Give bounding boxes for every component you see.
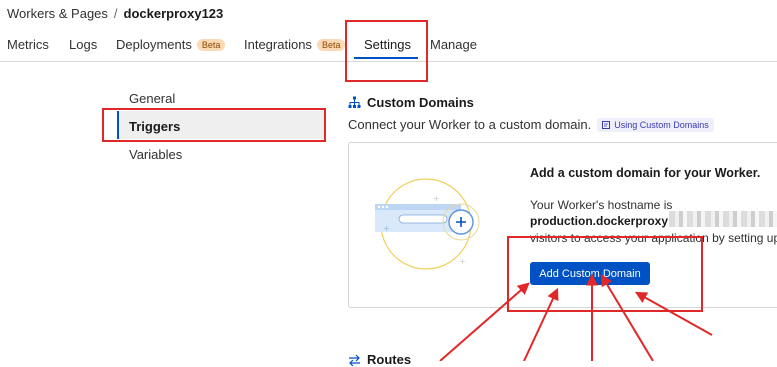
tab-manage-label: Manage <box>430 37 477 52</box>
doc-link-using-custom-domains[interactable]: Using Custom Domains <box>597 118 714 132</box>
breadcrumb-parent[interactable]: Workers & Pages <box>7 6 108 21</box>
beta-badge: Beta <box>316 39 346 51</box>
document-icon <box>602 121 611 129</box>
tab-integrations[interactable]: Integrations Beta <box>244 37 346 52</box>
svg-text:+: + <box>383 224 390 233</box>
card-hostname-value: production.dockerproxy <box>530 214 669 228</box>
routes-icon <box>349 354 360 367</box>
section-title-custom-domains: Custom Domains <box>348 95 474 110</box>
custom-domains-title-text: Custom Domains <box>367 95 474 110</box>
section-title-routes: Routes <box>348 352 411 367</box>
tab-metrics-label: Metrics <box>7 37 49 52</box>
custom-domains-description-text: Connect your Worker to a custom domain. <box>348 117 592 132</box>
doc-link-label: Using Custom Domains <box>614 120 709 130</box>
tab-logs[interactable]: Logs <box>69 37 97 52</box>
breadcrumb-current: dockerproxy123 <box>123 6 224 21</box>
tab-metrics[interactable]: Metrics <box>7 37 49 52</box>
tab-integrations-label: Integrations <box>244 37 312 52</box>
tab-deployments-label: Deployments <box>116 37 192 52</box>
sidebar-item-variables[interactable]: Variables <box>129 147 182 162</box>
breadcrumb: Workers & Pages / dockerproxy123 <box>7 6 223 21</box>
tab-manage[interactable]: Manage <box>430 37 477 52</box>
annotation-box-triggers <box>102 108 326 142</box>
routes-title-text: Routes <box>367 352 412 367</box>
tab-deployments[interactable]: Deployments Beta <box>116 37 226 52</box>
domain-illustration: + + + <box>375 178 480 270</box>
card-hostname-label: Your Worker's hostname is <box>530 198 673 212</box>
annotation-box-add-domain <box>507 236 703 312</box>
sidebar-item-general[interactable]: General <box>129 91 175 106</box>
card-heading: Add a custom domain for your Worker. <box>530 166 761 180</box>
redacted-hostname <box>669 211 777 227</box>
sitemap-icon <box>348 96 361 108</box>
svg-text:+: + <box>459 257 466 266</box>
svg-text:+: + <box>433 194 440 203</box>
tab-logs-label: Logs <box>69 37 98 52</box>
breadcrumb-separator: / <box>113 6 118 21</box>
section-description: Connect your Worker to a custom domain. U… <box>348 117 714 132</box>
beta-badge: Beta <box>196 39 226 51</box>
annotation-box-settings <box>345 20 428 82</box>
